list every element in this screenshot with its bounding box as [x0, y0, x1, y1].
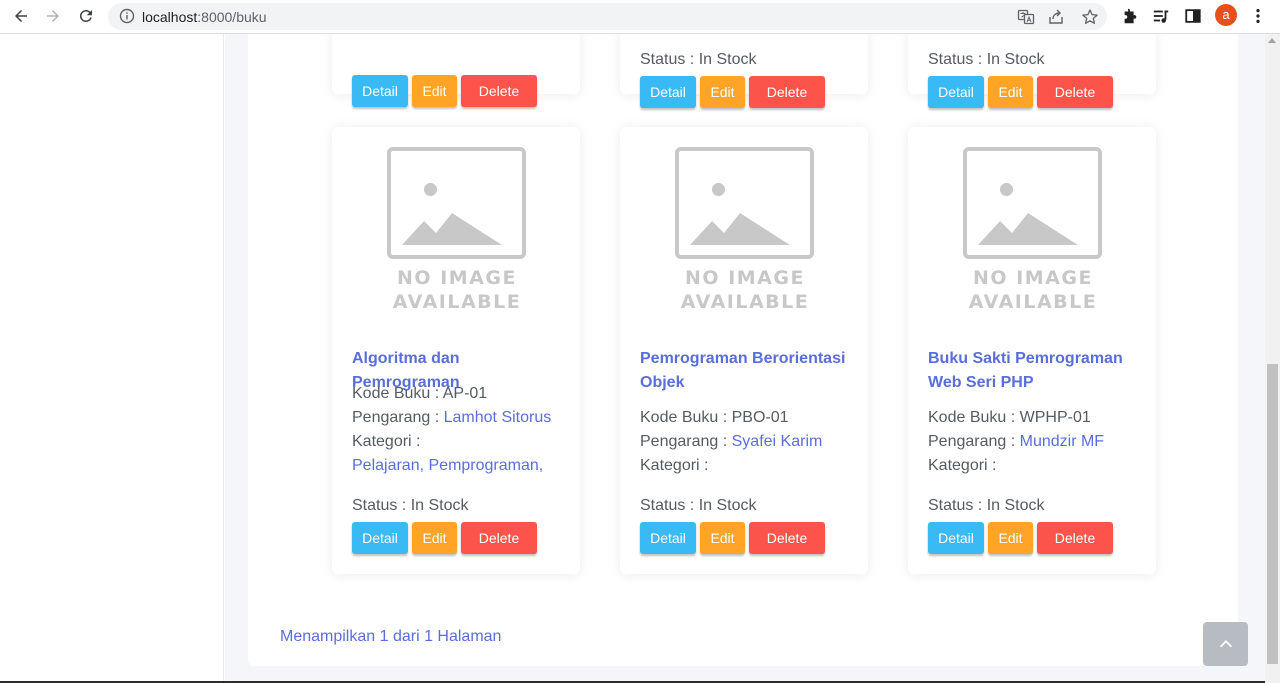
- back-arrow-icon[interactable]: [8, 4, 34, 28]
- card-actions: Detail Edit Delete: [640, 522, 825, 554]
- no-image-placeholder: NO IMAGE AVAILABLE: [958, 145, 1108, 315]
- detail-button[interactable]: Detail: [640, 522, 696, 554]
- card-actions: Detail Edit Delete: [928, 522, 1113, 554]
- mountain-icon: [978, 213, 1078, 245]
- book-category-label: Kategori :: [640, 457, 709, 474]
- no-image-text: NO IMAGE AVAILABLE: [680, 267, 810, 313]
- book-title[interactable]: Buku Sakti Pemrograman Web Seri PHP: [928, 347, 1143, 395]
- status-text: Status : In Stock: [928, 51, 1045, 68]
- sun-icon: [1000, 183, 1013, 196]
- translate-icon[interactable]: [1017, 8, 1035, 26]
- no-image-text: NO IMAGE AVAILABLE: [392, 267, 522, 313]
- delete-button[interactable]: Delete: [1037, 522, 1113, 554]
- no-image-placeholder: NO IMAGE AVAILABLE: [670, 145, 820, 315]
- address-bar[interactable]: localhost:8000/buku: [108, 3, 1107, 30]
- browser-toolbar: localhost:8000/buku a: [0, 0, 1280, 34]
- status-text: Status : In Stock: [640, 51, 757, 68]
- book-card: Status : In Stock Detail Edit Delete: [908, 34, 1156, 108]
- site-info-icon[interactable]: [119, 8, 135, 24]
- detail-button[interactable]: Detail: [928, 522, 984, 554]
- page-scrollbar[interactable]: [1265, 34, 1280, 683]
- book-author: Pengarang : Lamhot Sitorus: [352, 409, 552, 426]
- author-link[interactable]: Syafei Karim: [732, 433, 823, 450]
- share-icon[interactable]: [1047, 8, 1065, 26]
- edit-button[interactable]: Edit: [700, 522, 745, 554]
- side-panel-icon[interactable]: [1183, 6, 1203, 26]
- bookmark-star-icon[interactable]: [1081, 8, 1099, 26]
- book-card: NO IMAGE AVAILABLE Buku Sakti Pemrograman…: [908, 127, 1156, 574]
- detail-button[interactable]: Detail: [928, 76, 984, 108]
- pagination-info: Menampilkan 1 dari 1 Halaman: [280, 628, 502, 645]
- url-text: localhost:8000/buku: [142, 9, 267, 25]
- page-viewport: Detail Edit Delete Status : In Stock Det…: [0, 34, 1265, 681]
- author-link[interactable]: Lamhot Sitorus: [444, 409, 552, 426]
- delete-button[interactable]: Delete: [1037, 76, 1113, 108]
- status-text: Status : In Stock: [640, 497, 757, 514]
- extensions-puzzle-icon[interactable]: [1120, 6, 1140, 26]
- book-code: Kode Buku : WPHP-01: [928, 409, 1091, 426]
- book-card: NO IMAGE AVAILABLE Algoritma dan Pemrogra…: [332, 127, 580, 574]
- delete-button[interactable]: Delete: [461, 522, 537, 554]
- mountain-icon: [402, 213, 502, 245]
- mountain-icon: [690, 213, 790, 245]
- card-actions: Detail Edit Delete: [352, 522, 537, 554]
- edit-button[interactable]: Edit: [988, 76, 1033, 108]
- author-link[interactable]: Mundzir MF: [1020, 433, 1104, 450]
- book-title[interactable]: Pemrograman Berorientasi Objek: [640, 347, 855, 395]
- no-image-placeholder: NO IMAGE AVAILABLE: [382, 145, 532, 315]
- sun-icon: [424, 183, 437, 196]
- book-card: Status : In Stock Detail Edit Delete: [620, 34, 868, 108]
- status-text: Status : In Stock: [928, 497, 1045, 514]
- book-category-label: Kategori :: [352, 433, 421, 450]
- category-link[interactable]: Pelajaran, Pemprograman,: [352, 457, 543, 474]
- book-code: Kode Buku : AP-01: [352, 385, 488, 402]
- book-author: Pengarang : Syafei Karim: [640, 433, 823, 450]
- chevron-up-icon: [1219, 640, 1232, 648]
- reload-icon[interactable]: [73, 4, 99, 28]
- card-actions: Detail Edit Delete: [928, 76, 1113, 108]
- book-category-links: Pelajaran, Pemprograman,: [352, 454, 572, 478]
- menu-kebab-icon[interactable]: [1248, 6, 1268, 26]
- scrollbar-thumb[interactable]: [1267, 364, 1278, 664]
- delete-button[interactable]: Delete: [749, 522, 825, 554]
- book-category-label: Kategori :: [928, 457, 997, 474]
- no-image-text: NO IMAGE AVAILABLE: [968, 267, 1098, 313]
- delete-button[interactable]: Delete: [461, 75, 537, 107]
- forward-arrow-icon[interactable]: [40, 4, 66, 28]
- edit-button[interactable]: Edit: [412, 75, 457, 107]
- sun-icon: [712, 183, 725, 196]
- book-author: Pengarang : Mundzir MF: [928, 433, 1105, 450]
- book-card: NO IMAGE AVAILABLE Pemrograman Berorienta…: [620, 127, 868, 574]
- detail-button[interactable]: Detail: [640, 76, 696, 108]
- edit-button[interactable]: Edit: [988, 522, 1033, 554]
- sidebar: [0, 34, 224, 681]
- status-text: Status : In Stock: [352, 497, 469, 514]
- scroll-up-arrow-icon[interactable]: [1268, 38, 1276, 43]
- card-actions: Detail Edit Delete: [352, 75, 537, 107]
- delete-button[interactable]: Delete: [749, 76, 825, 108]
- detail-button[interactable]: Detail: [352, 75, 408, 107]
- edit-button[interactable]: Edit: [412, 522, 457, 554]
- profile-avatar[interactable]: a: [1215, 4, 1237, 26]
- book-card: Detail Edit Delete: [332, 34, 580, 107]
- edit-button[interactable]: Edit: [700, 76, 745, 108]
- book-code: Kode Buku : PBO-01: [640, 409, 789, 426]
- scroll-to-top-button[interactable]: [1203, 622, 1248, 666]
- book-list-panel: Detail Edit Delete Status : In Stock Det…: [248, 34, 1238, 666]
- card-actions: Detail Edit Delete: [640, 76, 825, 108]
- reading-list-icon[interactable]: [1151, 6, 1171, 26]
- detail-button[interactable]: Detail: [352, 522, 408, 554]
